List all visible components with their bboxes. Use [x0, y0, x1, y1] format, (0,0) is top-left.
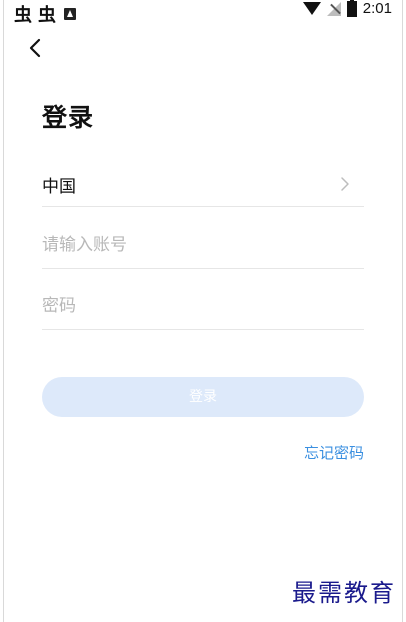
chevron-right-icon: [341, 177, 349, 191]
status-bar: 虫 虫 2:01: [0, 0, 406, 26]
chevron-left-icon: [29, 38, 41, 58]
battery-icon: [346, 0, 357, 17]
no-signal-icon: [326, 1, 341, 16]
app-notification-icon: 虫: [38, 5, 56, 26]
wifi-icon: [302, 2, 321, 15]
watermark-logo: 最需教育: [292, 579, 396, 607]
frame-border-left: [3, 0, 4, 622]
back-button[interactable]: [26, 36, 48, 60]
password-field-row: [42, 285, 364, 330]
app-notification-icon: 虫: [14, 5, 32, 26]
status-time: 2:01: [362, 0, 392, 17]
page-title: 登录: [42, 103, 95, 132]
frame-border-right: [402, 0, 403, 622]
account-field-row: [42, 224, 364, 269]
status-bar-system: 2:01: [302, 0, 392, 17]
country-value: 中国: [42, 177, 76, 197]
download-icon: [64, 8, 76, 20]
password-input[interactable]: [42, 285, 364, 327]
status-bar-notifications: 虫 虫: [14, 1, 76, 27]
forgot-password-link[interactable]: 忘记密码: [304, 442, 364, 463]
country-selector[interactable]: 中国: [42, 162, 364, 207]
login-button[interactable]: 登录: [42, 377, 364, 417]
account-input[interactable]: [42, 224, 364, 266]
